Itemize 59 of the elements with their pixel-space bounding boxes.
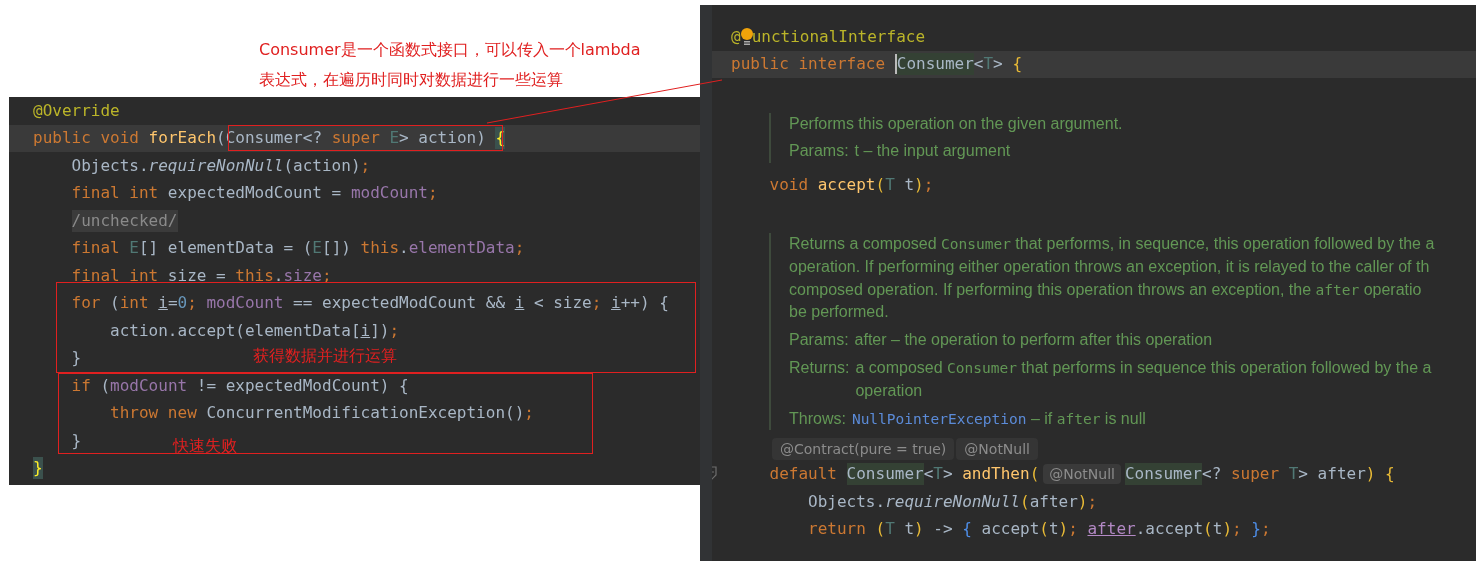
doc-label: Params: xyxy=(789,141,849,162)
code-line: Objects.requireNonNull(after); xyxy=(807,490,1098,513)
code-token: super xyxy=(1230,463,1281,486)
code-line: void accept(T t); xyxy=(768,173,934,196)
doc-label: Throws: xyxy=(789,408,846,429)
code-token: > xyxy=(993,53,1004,76)
doc-text: a composed Consumer that performs in sequence this operation followed by the a xyxy=(855,358,1432,379)
annotation-text: 表达式，在遍历时同时对数据进行一些运算 xyxy=(259,69,564,91)
annotation-text: 快速失败 xyxy=(173,435,237,457)
code-token: unctionalInterface xyxy=(751,25,926,48)
doc-text: be performed. xyxy=(789,302,890,323)
code-line: Objects.requireNonNull(action); xyxy=(70,154,371,177)
code-token: < xyxy=(923,463,934,486)
code-token: default xyxy=(768,463,838,486)
doc-label: Returns: xyxy=(789,358,850,379)
text-cursor xyxy=(894,54,897,75)
code-line: for (int i=0; modCount == expectedModCount && i < size; i++) { xyxy=(70,292,669,315)
inlay-hint: @NotNull xyxy=(956,438,1038,461)
code-token: > after xyxy=(1298,463,1366,486)
code-line: if (modCount != expectedModCount) { xyxy=(70,374,409,397)
inlay-hint: @NotNull xyxy=(1043,464,1121,485)
code-token: <? xyxy=(1202,463,1223,486)
code-line: throw new ConcurrentModificationException(); xyxy=(109,402,534,425)
doc-text: composed operation. If performing this operation throws an exception, the after operatio xyxy=(789,279,1423,300)
code-token: ) { xyxy=(1365,463,1395,486)
code-token: T xyxy=(983,53,994,76)
code-token: Consumer xyxy=(896,53,974,76)
code-token: Consumer xyxy=(846,463,924,486)
annotation-text: Consumer是一个函数式接口，可以传入一个lambda xyxy=(259,39,641,61)
annotation-text: 获得数据并进行运算 xyxy=(253,345,397,367)
code-line: return (T t) -> { accept(t); after.accept(t); }; xyxy=(807,518,1271,541)
code-line: final E[] elementData = (E[]) this.elementData; xyxy=(70,237,525,260)
code-token: < xyxy=(973,53,984,76)
code-line: final int expectedModCount = modCount; xyxy=(70,182,438,205)
code-token: interface xyxy=(798,53,887,76)
doc-text: Performs this operation on the given argument. xyxy=(789,113,1123,134)
inlay-hint: @Contract(pure = true) xyxy=(772,438,955,461)
code-token: @ xyxy=(731,25,741,48)
doc-text: NullPointerException – if after is null xyxy=(851,408,1146,429)
code-token: andThen xyxy=(962,463,1030,486)
doc-text: after – the operation to perform after this operation xyxy=(854,330,1213,351)
code-line: } xyxy=(70,429,82,452)
lightbulb-icon[interactable] xyxy=(739,26,754,47)
code-token: Consumer xyxy=(1124,463,1202,486)
code-line: @Override xyxy=(33,99,120,122)
doc-label: Params: xyxy=(789,330,849,351)
code-token: T xyxy=(933,463,943,486)
code-line: action.accept(elementData[i]); xyxy=(109,319,400,342)
doc-text: t – the input argument xyxy=(854,141,1011,162)
doc-link[interactable]: NullPointerException xyxy=(851,410,1027,427)
code-token: > xyxy=(942,463,954,486)
code-line: } xyxy=(70,347,82,370)
doc-text: Returns a composed Consumer that performs, in sequence, this operation followed by the a xyxy=(789,234,1435,255)
code-token: public xyxy=(731,53,790,76)
code-token: ( xyxy=(1029,463,1040,486)
doc-text: operation. If performing either operation throws an exception, it is relayed to the caller of th xyxy=(789,256,1431,277)
code-token: { xyxy=(1012,53,1022,76)
doc-text: operation xyxy=(855,380,924,401)
code-token: T xyxy=(1288,463,1299,486)
